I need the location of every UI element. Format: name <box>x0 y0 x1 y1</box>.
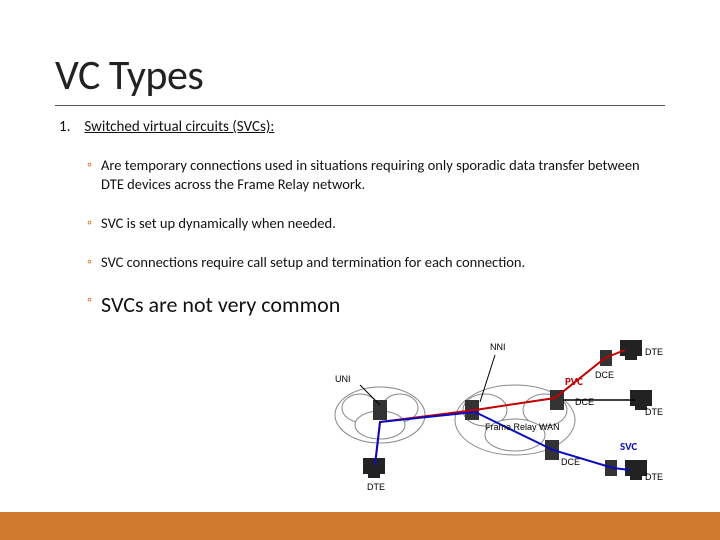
uni-label: UNI <box>335 374 351 384</box>
bullet-4: SVCs are not very common <box>87 291 665 320</box>
bullet-1: Are temporary connections used in situat… <box>87 156 665 194</box>
diagram-svg: UNI NNI PVC SVC DCE DCE DCE DTE DTE DTE … <box>325 330 665 500</box>
dce-label: DCE <box>595 370 614 380</box>
list-item-heading: 1. Switched virtual circuits (SVCs): <box>59 118 665 136</box>
dce-icon <box>373 400 387 420</box>
nni-label: NNI <box>490 342 506 352</box>
sub-list: Are temporary connections used in situat… <box>87 156 665 320</box>
list-number: 1. <box>59 118 81 136</box>
wan-label: Frame Relay WAN <box>485 422 560 432</box>
pvc-label: PVC <box>565 375 583 388</box>
svc-label: SVC <box>620 440 637 453</box>
dte-label: DTE <box>645 407 663 417</box>
monitor-icon <box>363 458 385 478</box>
dce-label: DCE <box>575 397 594 407</box>
dte-label: DTE <box>645 472 663 482</box>
page-title: VC Types <box>55 50 665 101</box>
list-heading-text: Switched virtual circuits (SVCs): <box>84 118 274 136</box>
dce-label: DCE <box>561 457 580 467</box>
footer-accent-bar <box>0 512 720 540</box>
bullet-3: SVC connections require call setup and t… <box>87 253 665 272</box>
network-diagram: UNI NNI PVC SVC DCE DCE DCE DTE DTE DTE … <box>325 330 665 500</box>
slide: VC Types 1. Switched virtual circuits (S… <box>0 0 720 540</box>
bullet-2: SVC is set up dynamically when needed. <box>87 214 665 233</box>
dte-label: DTE <box>367 482 385 492</box>
title-rule <box>55 105 665 106</box>
dte-label: DTE <box>645 347 663 357</box>
